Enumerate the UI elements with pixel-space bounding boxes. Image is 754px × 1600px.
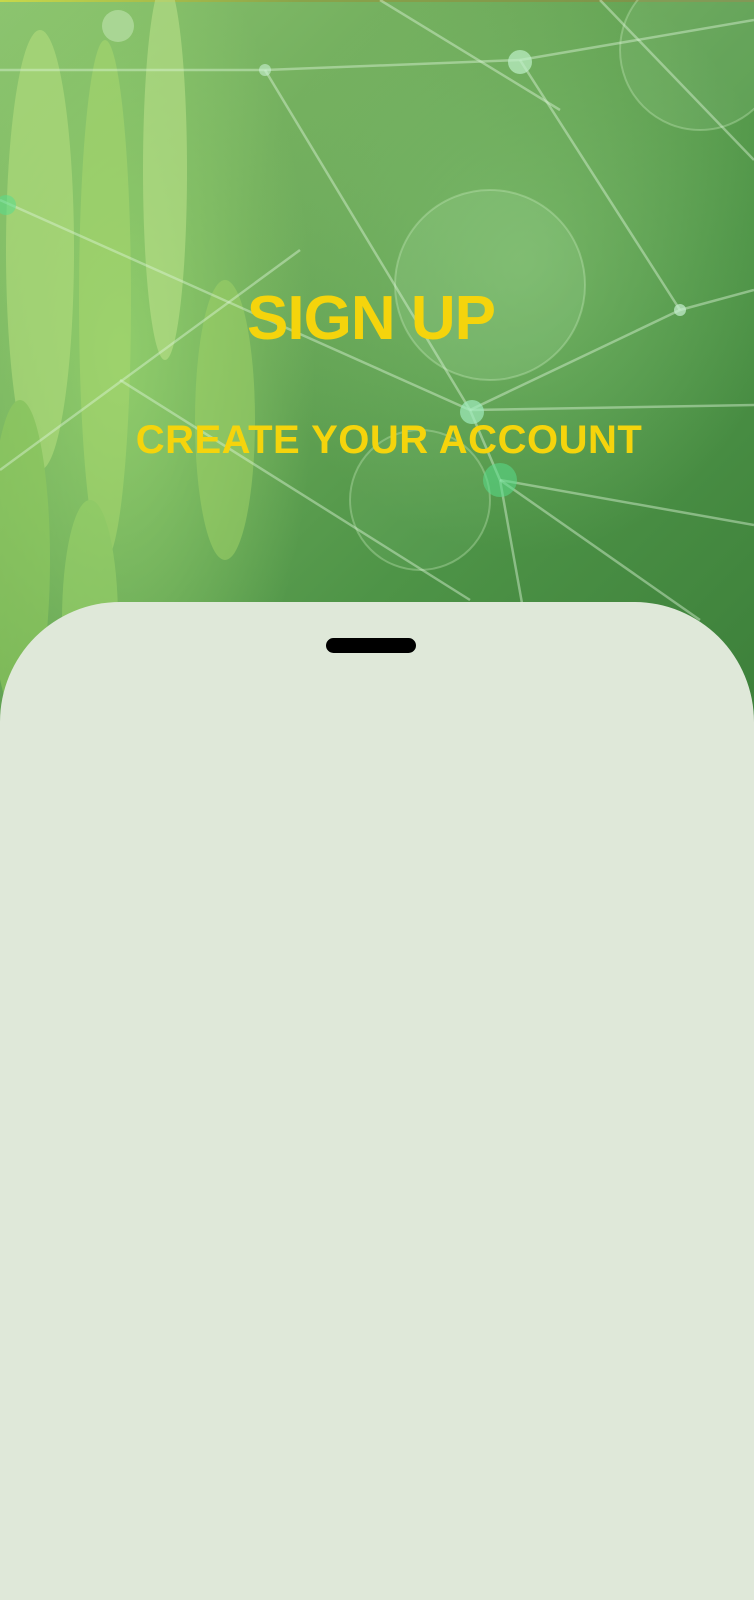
page-subtitle: CREATE YOUR ACCOUNT [135, 418, 643, 462]
sheet-drag-handle[interactable] [326, 638, 416, 653]
bottom-sheet [0, 602, 754, 1600]
page-title: SIGN UP [247, 284, 496, 353]
